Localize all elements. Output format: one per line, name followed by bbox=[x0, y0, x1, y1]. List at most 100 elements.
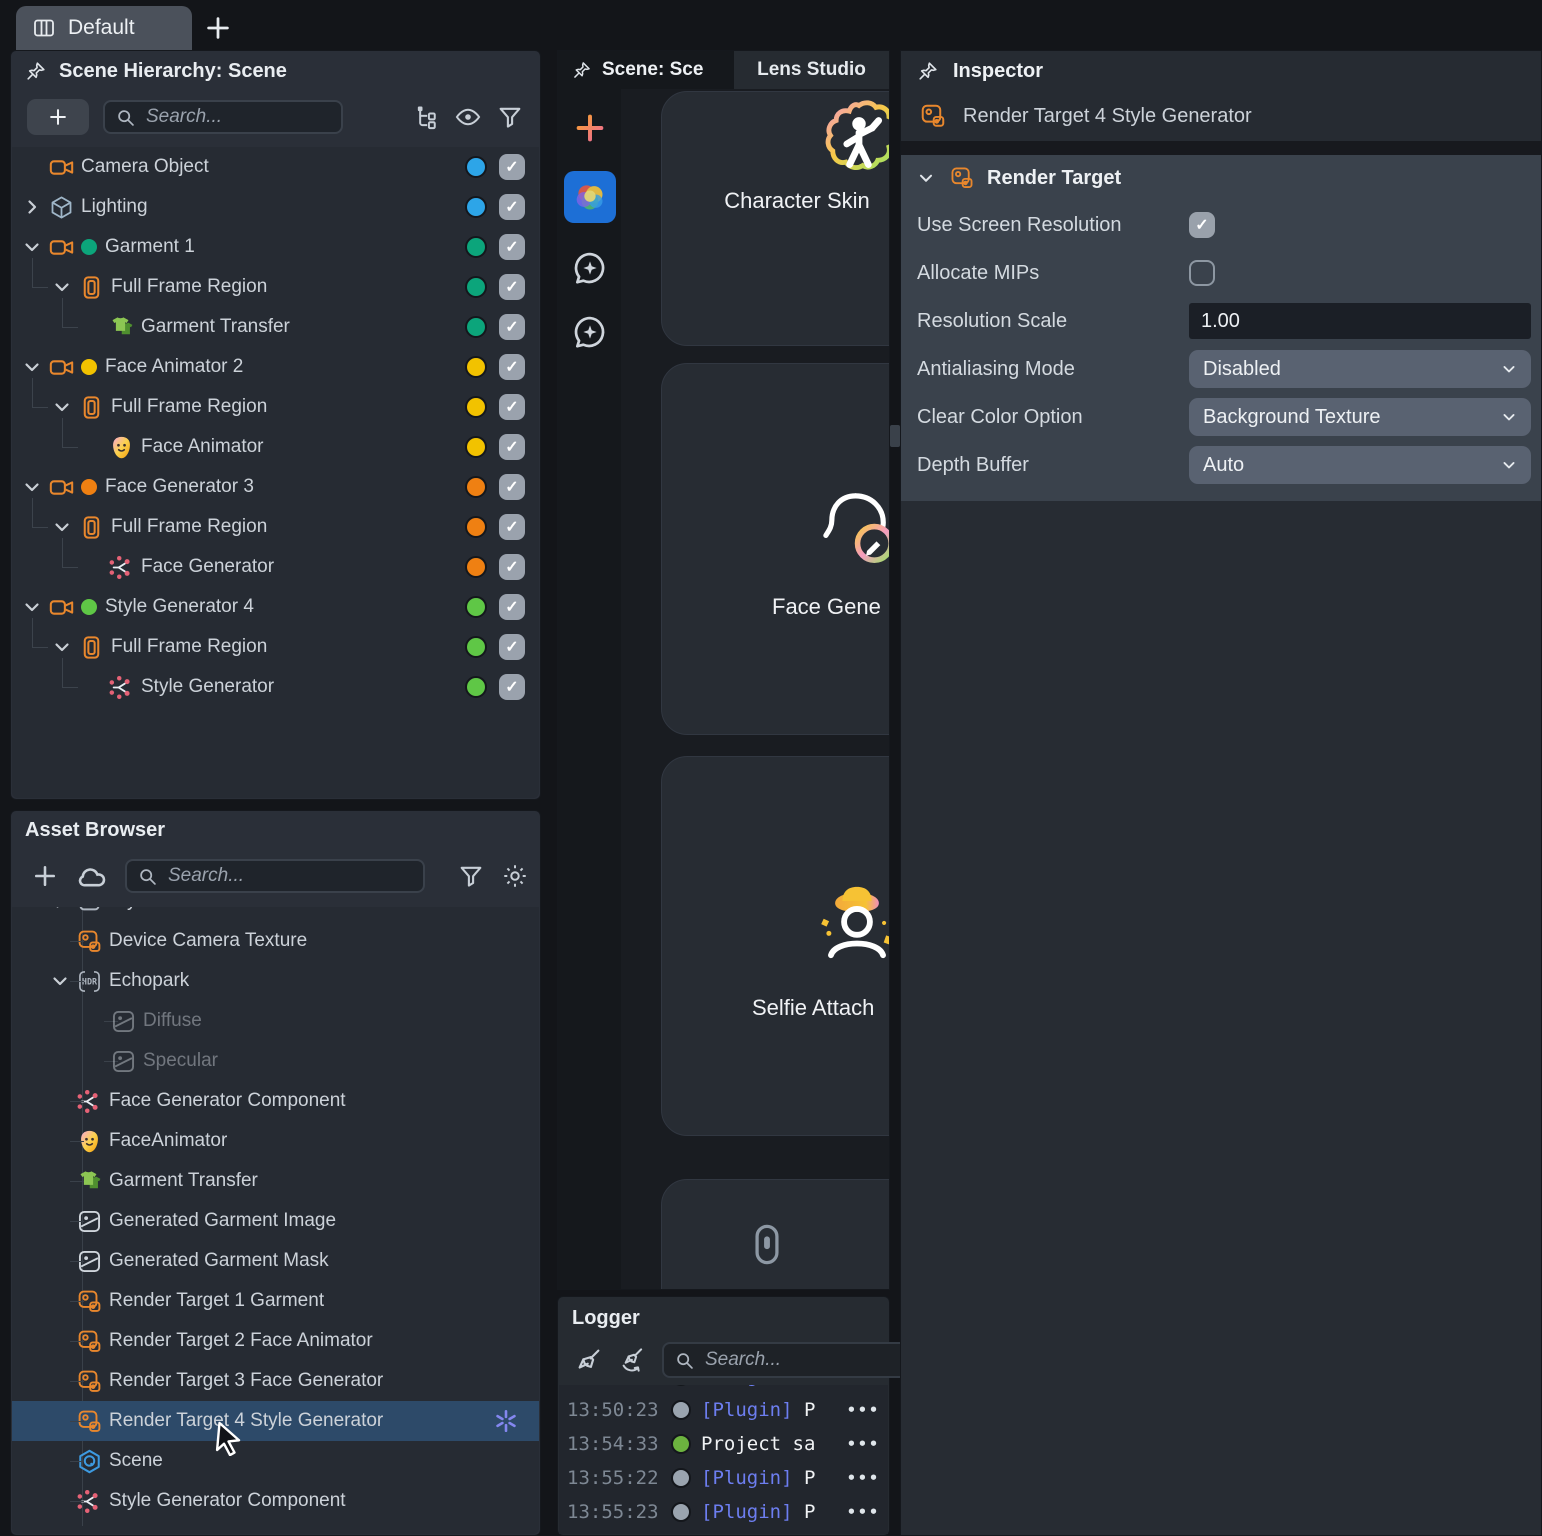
chevron-down-icon[interactable] bbox=[50, 275, 74, 299]
layer-dot[interactable] bbox=[465, 556, 487, 578]
auto-clear-log-icon[interactable] bbox=[618, 1345, 648, 1375]
dropdown-select[interactable]: Auto bbox=[1189, 446, 1531, 484]
enabled-checkbox[interactable]: ✓ bbox=[499, 634, 525, 660]
enabled-checkbox[interactable]: ✓ bbox=[499, 594, 525, 620]
asset-row[interactable]: Render Target 4 Style Generator bbox=[12, 1401, 539, 1441]
enabled-checkbox[interactable]: ✓ bbox=[499, 354, 525, 380]
scene-row[interactable]: Face Animator✓ bbox=[12, 427, 539, 467]
layer-dot[interactable] bbox=[465, 516, 487, 538]
asset-search-input[interactable] bbox=[166, 864, 413, 888]
log-row[interactable]: 13:55:23[Plugin] P••• bbox=[559, 1495, 888, 1529]
chevron-down-icon[interactable] bbox=[20, 235, 44, 259]
scene-row[interactable]: Camera Object✓ bbox=[12, 147, 539, 187]
layer-dot[interactable] bbox=[465, 316, 487, 338]
asset-row[interactable]: Style Generator Component bbox=[12, 1481, 539, 1521]
pin-icon[interactable] bbox=[572, 60, 592, 80]
log-more-ellipsis[interactable]: ••• bbox=[847, 1503, 880, 1521]
ai-chat-icon[interactable] bbox=[571, 249, 609, 287]
scene-row[interactable]: Face Generator 3✓ bbox=[12, 467, 539, 507]
enabled-checkbox[interactable]: ✓ bbox=[499, 314, 525, 340]
scene-row[interactable]: Garment 1✓ bbox=[12, 227, 539, 267]
checkbox-unchecked[interactable] bbox=[1189, 260, 1215, 286]
layer-dot[interactable] bbox=[465, 236, 487, 258]
log-row[interactable]: [Plugin] P••• bbox=[559, 1385, 888, 1393]
asset-row[interactable]: Render Target 3 Face Generator bbox=[12, 1361, 539, 1401]
chevron-down-icon[interactable] bbox=[48, 969, 72, 993]
asset-row[interactable]: Garment Transfer bbox=[12, 1161, 539, 1201]
genai-card[interactable]: Selfie Attach bbox=[661, 756, 889, 1136]
hierarchy-view-icon[interactable] bbox=[412, 103, 440, 131]
scene-row[interactable]: Full Frame Region✓ bbox=[12, 387, 539, 427]
enabled-checkbox[interactable]: ✓ bbox=[499, 554, 525, 580]
layer-dot[interactable] bbox=[465, 356, 487, 378]
ai-chat-icon[interactable] bbox=[571, 313, 609, 351]
scene-row[interactable]: Face Animator 2✓ bbox=[12, 347, 539, 387]
asset-row[interactable]: Render Target 1 Garment bbox=[12, 1281, 539, 1321]
chevron-down-icon[interactable] bbox=[50, 395, 74, 419]
add-object-button[interactable] bbox=[27, 99, 89, 135]
genai-card[interactable]: Face Gene bbox=[661, 363, 889, 735]
scene-row[interactable]: Full Frame Region✓ bbox=[12, 507, 539, 547]
scene-row[interactable]: Face Generator✓ bbox=[12, 547, 539, 587]
chevron-down-icon[interactable] bbox=[50, 515, 74, 539]
scene-search-box[interactable] bbox=[103, 100, 343, 134]
enabled-checkbox[interactable]: ✓ bbox=[499, 154, 525, 180]
scene-row[interactable]: Lighting✓ bbox=[12, 187, 539, 227]
add-asset-button[interactable] bbox=[31, 862, 59, 890]
scene-row[interactable]: Full Frame Region✓ bbox=[12, 267, 539, 307]
asset-row[interactable]: Diffuse bbox=[12, 1001, 539, 1041]
enabled-checkbox[interactable]: ✓ bbox=[499, 434, 525, 460]
asset-row[interactable]: Style Generator Resources bbox=[12, 907, 539, 921]
checkbox-checked[interactable]: ✓ bbox=[1189, 212, 1215, 238]
asset-row[interactable]: Specular bbox=[12, 1041, 539, 1081]
clear-log-icon[interactable] bbox=[574, 1345, 604, 1375]
cloud-assets-icon[interactable] bbox=[75, 859, 109, 893]
panel-divider-handle[interactable] bbox=[890, 425, 900, 447]
asset-row[interactable]: Scene bbox=[12, 1441, 539, 1481]
pin-icon[interactable] bbox=[25, 60, 47, 82]
asset-search-box[interactable] bbox=[125, 859, 425, 893]
chevron-down-icon[interactable] bbox=[20, 475, 44, 499]
value-input[interactable]: 1.00 bbox=[1189, 303, 1531, 339]
enabled-checkbox[interactable]: ✓ bbox=[499, 194, 525, 220]
log-more-ellipsis[interactable]: ••• bbox=[847, 1401, 880, 1419]
enabled-checkbox[interactable]: ✓ bbox=[499, 474, 525, 500]
tab-scene[interactable]: Scene: Sce bbox=[558, 51, 734, 89]
genai-suite-button-selected[interactable] bbox=[564, 171, 616, 223]
enabled-checkbox[interactable]: ✓ bbox=[499, 274, 525, 300]
chevron-right-icon[interactable] bbox=[20, 195, 44, 219]
filter-icon[interactable] bbox=[457, 862, 485, 890]
log-row[interactable]: 13:50:23[Plugin] P••• bbox=[559, 1393, 888, 1427]
asset-row[interactable]: Generated Garment Image bbox=[12, 1201, 539, 1241]
asset-row[interactable]: Face Generator Component bbox=[12, 1081, 539, 1121]
pin-icon[interactable] bbox=[917, 60, 939, 82]
enabled-checkbox[interactable]: ✓ bbox=[499, 674, 525, 700]
chevron-down-icon[interactable] bbox=[20, 355, 44, 379]
log-row[interactable]: 13:54:33Project sa••• bbox=[559, 1427, 888, 1461]
scene-row[interactable]: Style Generator✓ bbox=[12, 667, 539, 707]
asset-row[interactable]: Generated Garment Mask bbox=[12, 1241, 539, 1281]
visibility-icon[interactable] bbox=[454, 103, 482, 131]
enabled-checkbox[interactable]: ✓ bbox=[499, 394, 525, 420]
workspace-tab-default[interactable]: Default bbox=[16, 6, 192, 50]
asset-row[interactable]: HDREchopark bbox=[12, 961, 539, 1001]
chevron-down-icon[interactable] bbox=[20, 595, 44, 619]
genai-card[interactable] bbox=[661, 1179, 889, 1289]
scene-row[interactable]: Garment Transfer✓ bbox=[12, 307, 539, 347]
layer-dot[interactable] bbox=[465, 436, 487, 458]
layer-dot[interactable] bbox=[465, 196, 487, 218]
tab-lens-studio[interactable]: Lens Studio bbox=[734, 51, 889, 89]
enabled-checkbox[interactable]: ✓ bbox=[499, 514, 525, 540]
log-more-ellipsis[interactable]: ••• bbox=[847, 1469, 880, 1487]
scene-row[interactable]: Full Frame Region✓ bbox=[12, 627, 539, 667]
dropdown-select[interactable]: Disabled bbox=[1189, 350, 1531, 388]
add-genai-button[interactable] bbox=[573, 111, 607, 145]
layer-dot[interactable] bbox=[465, 396, 487, 418]
chevron-down-icon[interactable] bbox=[915, 167, 937, 189]
render-target-section-header[interactable]: Render Target bbox=[901, 155, 1541, 201]
asset-row[interactable]: FaceAnimator bbox=[12, 1121, 539, 1161]
log-more-ellipsis[interactable]: ••• bbox=[847, 1435, 880, 1453]
settings-gear-icon[interactable] bbox=[501, 862, 529, 890]
log-row[interactable]: 13:55:22[Plugin] P••• bbox=[559, 1461, 888, 1495]
layer-dot[interactable] bbox=[465, 276, 487, 298]
